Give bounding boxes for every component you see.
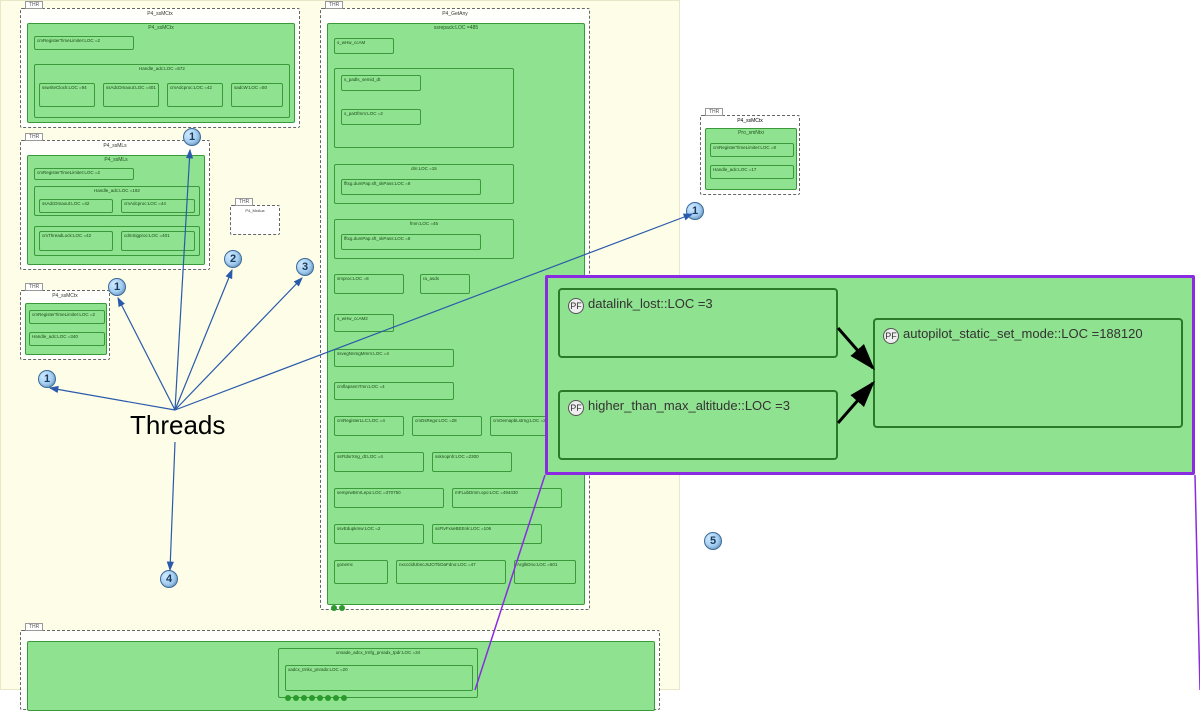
detail-box-autopilot: PFautopilot_static_set_mode::LOC =188120: [873, 318, 1183, 428]
sub-box: s_wHw_ccAM2: [334, 314, 394, 332]
block-tab: THR: [25, 1, 43, 9]
sub-box: nxcccldUbncJsJOTbOaFdno:LOC =47: [396, 560, 506, 584]
green-panel: P4_ssMLs cmRegisterTimeLimiter:LOC =2 Ha…: [27, 155, 205, 265]
sub-box: Handle_adc:LOC =340: [29, 332, 105, 346]
threads-label: Threads: [130, 410, 225, 441]
sub-box: ssAdcDmaout:LOC =401: [103, 83, 159, 107]
sub-box: smproc:LOC =8: [334, 274, 404, 294]
block-title: P4_ssMLs: [21, 141, 209, 149]
green-title: Pro_smNtxi: [706, 129, 796, 136]
thread-block-2: THR P4_ssMLs P4_ssMLs cmRegisterTimeLimi…: [20, 140, 210, 270]
green-title: ssrepack:LOC =485: [328, 24, 584, 31]
marker-1: 1: [108, 278, 126, 296]
marker-1: 1: [183, 128, 201, 146]
block-tab: THR: [25, 283, 43, 291]
marker-4: 4: [160, 570, 178, 588]
pf-icon: PF: [883, 328, 899, 344]
pf-icon: PF: [568, 298, 584, 314]
sub-box: fftxg.dumPap.sft_skPass:LOC =8: [341, 179, 481, 195]
sub-box: ssknopnh:LOC =2300: [432, 452, 512, 472]
sub-box: Handle_adc:LOC =17: [710, 165, 794, 179]
sub-group: xnnade_adcx_trnfg_pnradx_tpdr:LOC =34 xa…: [278, 648, 478, 698]
sub-group: Handle_adc:LOC =572 sswriteClock:LOC =94…: [34, 64, 290, 118]
sub-box: xadcx_trnkx_pnradx:LOC =20: [285, 665, 473, 691]
sub-box: sswriteClock:LOC =94: [39, 83, 95, 107]
marker-5: 5: [704, 532, 722, 550]
sub-box: ssFtvFxseBEEnk:LOC =106: [432, 524, 542, 544]
sub-box: gonemc: [334, 560, 388, 584]
green-panel: P4_ssMCtx cmRegisterTimeLimiter:LOC =2 H…: [27, 23, 295, 123]
sub-box: cmAdcproc:LOC =42: [167, 83, 223, 107]
sub-box: semprwBrnrLepo:LOC =370750: [334, 488, 444, 508]
green-title: P4_ssMLs: [28, 156, 204, 163]
sub-box: cmThreadLock:LOC =42: [39, 231, 113, 251]
marker-2: 2: [224, 250, 242, 268]
block-tab: THR: [705, 108, 723, 116]
port-dots: [285, 695, 347, 701]
sub-group: cmThreadLock:LOC =42 cdmSigproc:LOC =401: [34, 226, 200, 256]
thread-block-6: THR P4_ssMCtx Pro_smNtxi cmRegisterTimeL…: [700, 115, 800, 195]
marker-1: 1: [686, 202, 704, 220]
block-tab: THR: [325, 1, 343, 9]
block-tab: THR: [25, 133, 43, 141]
pf-icon: PF: [568, 400, 584, 416]
sub-box: s_paOfmm:LOC =2: [341, 109, 421, 125]
block-title: P4_ssMCtx: [21, 9, 299, 17]
sub-box: cmflapsemTmn:LOC =4: [334, 382, 454, 400]
detail-panel: PFdatalink_lost::LOC =3 PFhigher_than_ma…: [545, 275, 1195, 475]
sub-group: dm:LOC =15 fftxg.dumPap.sft_skPass:LOC =…: [334, 164, 514, 204]
sub-group: s_padls_semid_dt s_paOfmm:LOC =2: [334, 68, 514, 148]
marker-1: 1: [38, 370, 56, 388]
sub-box: cmRegisterTimeLimiter:LOC =2: [34, 36, 134, 50]
block-tab: THR: [25, 623, 43, 631]
block-title: P4_GetAny: [321, 9, 589, 17]
green-panel: Pro_smNtxi cmRegisterTimeLimiter:LOC =8 …: [705, 128, 797, 190]
block-title: P4_ssMCtx: [701, 116, 799, 124]
sub-group: fmm:LOC =45 fftxg.dumPap.sft_skPass:LOC …: [334, 219, 514, 259]
thread-block-7: THR xnnade_adcx_trnfg_pnradx_tpdr:LOC =3…: [20, 630, 660, 710]
green-title: P4_ssMCtx: [28, 24, 294, 31]
sub-box: cmRegisterTimeLimiter:LOC =8: [710, 143, 794, 157]
marker-3: 3: [296, 258, 314, 276]
sub-box: s_wHw_ccAM: [334, 38, 394, 54]
green-panel: cmRegisterTimeLimiter:LOC =2 Handle_adc:…: [25, 303, 107, 355]
block-tab: THR: [235, 198, 253, 206]
sub-box: cmRegisterLLC:LOC =4: [334, 416, 404, 436]
sub-box: mFLubDmm.opo:LOC =494430: [452, 488, 562, 508]
sub-box: sadcW:LOC =50: [231, 83, 283, 107]
green-panel: xnnade_adcx_trnfg_pnradx_tpdr:LOC =34 xa…: [27, 641, 655, 711]
sub-box: cmAdcproc:LOC =44: [121, 199, 195, 213]
sub-box: ArglkDno:LOC =601: [514, 560, 576, 584]
thread-block-1: THR P4_ssMCtx P4_ssMCtx cmRegisterTimeLi…: [20, 8, 300, 128]
sub-box: s_padls_semid_dt: [341, 75, 421, 91]
thread-block-3: THR P4_ssMCtx cmRegisterTimeLimiter:LOC …: [20, 290, 110, 360]
detail-box-datalink: PFdatalink_lost::LOC =3: [558, 288, 838, 358]
sub-box: ssAdcDmaout:LOC =42: [39, 199, 113, 213]
sub-box: ra_asds: [420, 274, 470, 294]
sub-box: cdmSigproc:LOC =401: [121, 231, 195, 251]
sub-box: cmRegisterTimeLimiter:LOC =2: [29, 310, 105, 324]
sub-box: fftxg.dumPap.sft_skPass:LOC =8: [341, 234, 481, 250]
sub-box: cmDsRego:LOC =28: [412, 416, 482, 436]
sub-box: cmRegisterTimeLimiter:LOC =2: [34, 168, 134, 180]
block-title: P4_MxAux: [231, 206, 279, 213]
block-title: P4_ssMCtx: [21, 291, 109, 299]
sub-group: Handle_adc:LOC =192 ssAdcDmaout:LOC =42 …: [34, 186, 200, 216]
port-dots: [331, 605, 345, 611]
sub-box: ssFtdsrXng_dt:LOC =4: [334, 452, 424, 472]
sub-box: ssvegNnmgMmm:LOC =4: [334, 349, 454, 367]
thread-block-4: THR P4_MxAux: [230, 205, 280, 235]
detail-box-altitude: PFhigher_than_max_altitude::LOC =3: [558, 390, 838, 460]
sub-box: ssvEdupkmw:LOC =2: [334, 524, 424, 544]
